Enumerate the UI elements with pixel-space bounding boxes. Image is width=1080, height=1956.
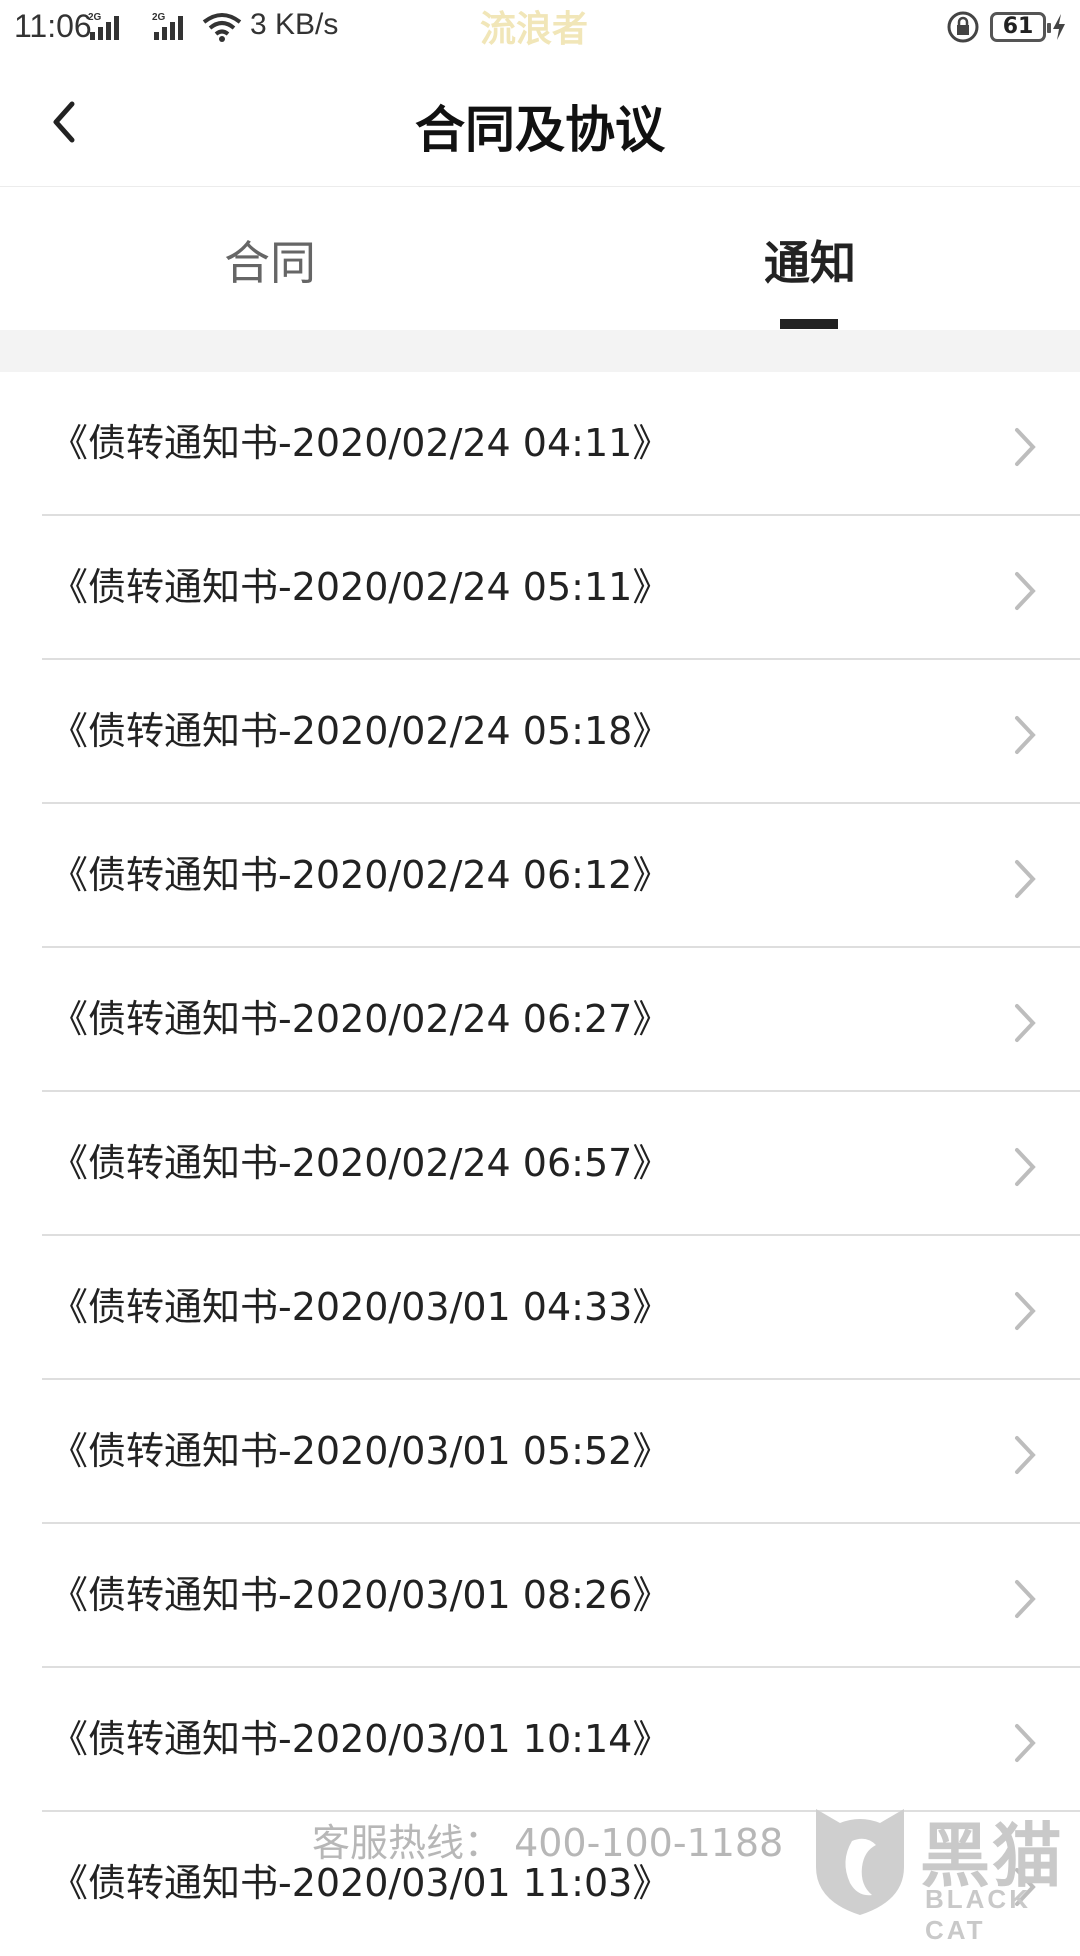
list-item-label: 《债转通知书-2020/02/24 05:11》 [50, 565, 671, 609]
signal-2g-icon: 2G [152, 12, 183, 40]
chevron-right-icon [1015, 1436, 1036, 1474]
status-bar: 11:06 2G 2G 3 KB/s 流浪者 61 [0, 0, 1080, 56]
chevron-right-icon [1015, 860, 1036, 898]
list-item-label: 《债转通知书-2020/02/24 06:57》 [50, 1141, 671, 1185]
section-gap [0, 330, 1080, 372]
chevron-right-icon [1015, 428, 1036, 466]
list-item[interactable]: 《债转通知书-2020/03/01 08:26》 [0, 1524, 1080, 1668]
list-item[interactable]: 《债转通知书-2020/03/01 04:33》 [0, 1236, 1080, 1380]
svg-text:2G: 2G [152, 12, 166, 23]
list-item[interactable]: 《债转通知书-2020/02/24 05:11》 [0, 516, 1080, 660]
chevron-right-icon [1015, 1724, 1036, 1762]
black-cat-logo-icon [816, 1809, 904, 1915]
chevron-right-icon [1015, 1148, 1036, 1186]
signal-2g-icon: 2G [88, 12, 119, 40]
list-item-label: 《债转通知书-2020/02/24 04:11》 [50, 421, 671, 465]
list-item[interactable]: 《债转通知书-2020/03/01 10:14》 [0, 1668, 1080, 1812]
list-item[interactable]: 《债转通知书-2020/03/01 05:52》 [0, 1380, 1080, 1524]
list-item-label: 《债转通知书-2020/02/24 06:27》 [50, 997, 671, 1041]
app-header: 合同及协议 [0, 56, 1080, 187]
chevron-right-icon [1015, 572, 1036, 610]
wifi-icon [202, 13, 242, 42]
list-item[interactable]: 《债转通知书-2020/02/24 06:57》 [0, 1092, 1080, 1236]
network-speed: 3 KB/s [250, 8, 339, 41]
list-item-label: 《债转通知书-2020/03/01 08:26》 [50, 1573, 671, 1617]
charging-icon [1053, 14, 1065, 40]
chevron-right-icon [1015, 1292, 1036, 1330]
list-item[interactable]: 《债转通知书-2020/02/24 05:18》 [0, 660, 1080, 804]
status-time: 11:06 [14, 8, 92, 44]
tab-bar: 合同 通知 [0, 187, 1080, 330]
list-item[interactable]: 《债转通知书-2020/02/24 06:27》 [0, 948, 1080, 1092]
list-item-label: 《债转通知书-2020/02/24 06:12》 [50, 853, 671, 897]
svg-text:2G: 2G [88, 12, 102, 23]
brand-subtitle: BLACK CAT [925, 1884, 1031, 1945]
chevron-right-icon [1015, 1004, 1036, 1042]
lock-rotation-icon [947, 11, 979, 43]
battery-icon: 61 [990, 12, 1051, 42]
tab-indicator [780, 319, 838, 329]
chevron-right-icon [1015, 1580, 1036, 1618]
chevron-right-icon [1015, 716, 1036, 754]
list-item-label: 《债转通知书-2020/03/01 10:14》 [50, 1717, 671, 1761]
page-title: 合同及协议 [415, 101, 665, 159]
list-item-label: 《债转通知书-2020/03/01 05:52》 [50, 1429, 671, 1473]
list-item-label: 《债转通知书-2020/02/24 05:18》 [50, 709, 671, 753]
list-item[interactable]: 《债转通知书-2020/02/24 06:12》 [0, 804, 1080, 948]
list-item[interactable]: 《债转通知书-2020/02/24 04:11》 [0, 372, 1080, 516]
hotline-watermark: 客服热线： 400-100-1188 [312, 1821, 784, 1865]
tab-notice[interactable]: 通知 [540, 227, 1080, 293]
list-item-label: 《债转通知书-2020/03/01 04:33》 [50, 1285, 671, 1329]
tab-contract[interactable]: 合同 [0, 227, 540, 293]
watermark-text: 流浪者 [480, 9, 589, 50]
notice-list: 《债转通知书-2020/02/24 04:11》 《债转通知书-2020/02/… [0, 372, 1080, 1956]
